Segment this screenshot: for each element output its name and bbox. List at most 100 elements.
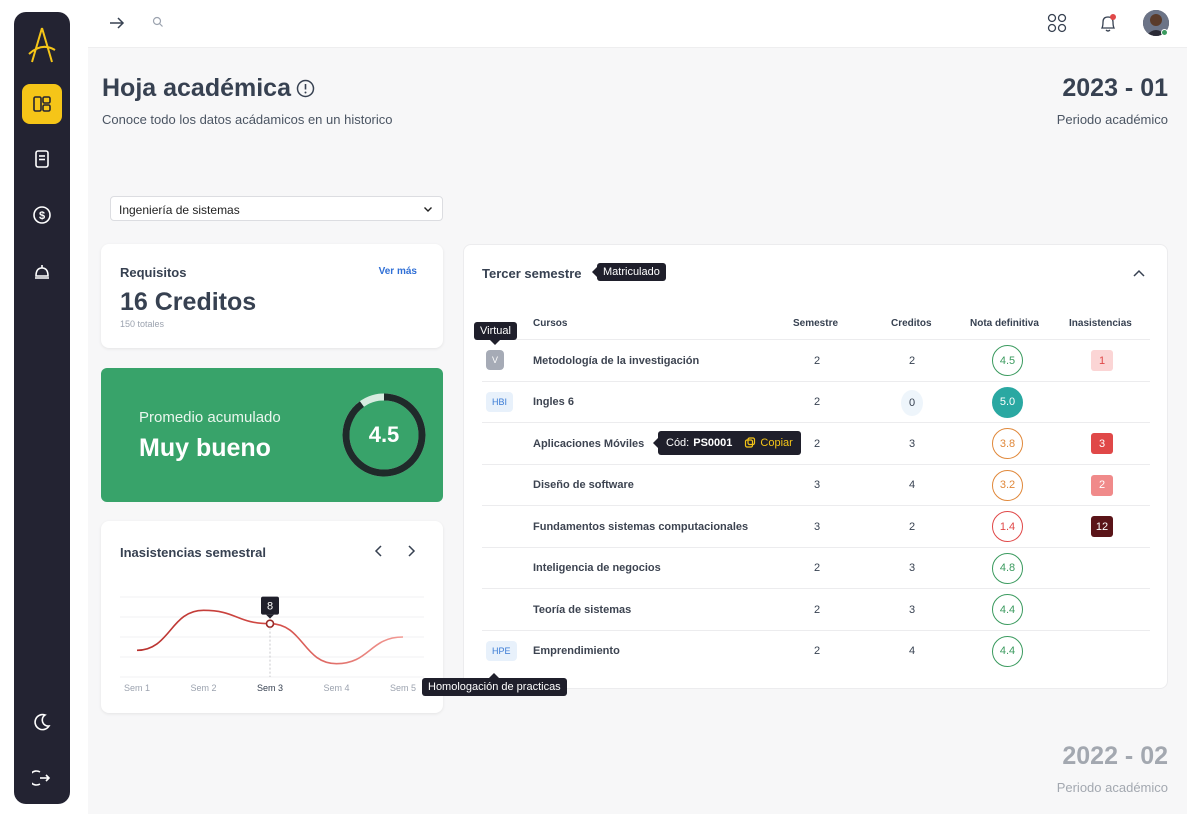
sidebar-item-services[interactable] [22, 252, 62, 292]
dashboard-icon [33, 96, 51, 112]
course-semester: 2 [814, 603, 821, 616]
chevron-down-icon [424, 207, 432, 212]
semester-card: Tercer semestre Cursos Semestre Creditos… [463, 244, 1168, 689]
dark-mode-toggle[interactable] [22, 702, 62, 742]
logout-icon [32, 770, 51, 786]
course-credits: 0 [901, 389, 923, 416]
modality-badge[interactable]: HPE [486, 640, 517, 661]
bell-service-icon [35, 265, 49, 279]
table-row[interactable]: HBI Ingles 6 2 0 5.0 [482, 380, 1150, 423]
credits-total: 150 totales [120, 319, 165, 329]
svg-text:$: $ [39, 210, 45, 222]
current-period-label: Periodo académico [1056, 112, 1168, 127]
course-semester: 2 [814, 396, 821, 408]
course-name[interactable]: Metodología de la investigación [533, 340, 699, 381]
grade-circle: 3.2 [992, 469, 1023, 501]
course-credits: 4 [909, 645, 916, 657]
dollar-icon: $ [33, 206, 51, 224]
credits-value: 16 Creditos [120, 288, 257, 316]
table-row[interactable]: Inteligencia de negocios 2 3 4.8 [482, 546, 1150, 589]
header-final-grade: Nota definitiva [970, 318, 1039, 329]
chevron-up-icon[interactable] [1131, 265, 1147, 281]
course-name[interactable]: Aplicaciones Móviles [533, 423, 644, 464]
course-code-tooltip: Cód: PS0001 Copiar [653, 431, 801, 455]
course-name[interactable]: Emprendimiento [533, 631, 620, 672]
see-more-link[interactable]: Ver más [379, 266, 417, 277]
header-credits: Creditos [891, 318, 932, 329]
sidebar-item-payments[interactable]: $ [22, 195, 62, 235]
chart-tooltip-label: 8 [267, 601, 273, 613]
course-semester: 3 [814, 520, 821, 533]
copy-label: Copiar [760, 437, 793, 449]
modality-badge[interactable]: V [486, 350, 505, 370]
average-rating: Muy bueno [139, 434, 271, 462]
course-semester: 2 [814, 437, 821, 450]
course-credits: 3 [909, 603, 916, 616]
course-name[interactable]: Inteligencia de negocios [533, 548, 661, 589]
current-period: 2023 - 01 [1062, 74, 1168, 102]
absences-title: Inasistencias semestral [120, 545, 266, 560]
course-name[interactable]: Fundamentos sistemas computacionales [533, 506, 748, 547]
sidebar-item-document[interactable] [22, 139, 62, 179]
top-bar [88, 0, 1187, 48]
table-row[interactable]: Aplicaciones Móviles 2 3 3.8 3 [482, 422, 1150, 463]
course-credits: 4 [909, 479, 916, 491]
x-tick-label: Sem 1 [124, 683, 150, 693]
absences-badge: 2 [1091, 474, 1113, 496]
x-tick-label: Sem 3 [257, 683, 283, 693]
copy-button[interactable]: Copiar [744, 437, 793, 449]
chevron-left-icon[interactable] [371, 543, 387, 559]
course-semester: 2 [814, 562, 821, 574]
grade-circle: 1.4 [992, 511, 1023, 542]
course-credits: 3 [909, 562, 916, 574]
grade-circle: 5.0 [992, 386, 1023, 418]
status-badge: Matriculado [592, 263, 666, 281]
search-icon[interactable] [152, 16, 164, 28]
table-row[interactable]: V Metodología de la investigación 2 2 4.5 1 [482, 339, 1150, 380]
logo-icon[interactable] [26, 22, 58, 70]
previous-period[interactable]: 2022 - 02 [1062, 742, 1168, 771]
semester-title: Tercer semestre [482, 266, 582, 281]
absences-badge: 1 [1091, 350, 1113, 371]
sidebar-item-dashboard[interactable] [22, 84, 62, 124]
page-subtitle: Conoce todo los datos acádamicos en un h… [102, 112, 393, 127]
program-select[interactable]: Ingeniería de sistemas [110, 196, 443, 221]
grade-circle: 3.8 [992, 428, 1023, 459]
course-semester: 2 [814, 645, 821, 657]
course-name[interactable]: Ingles 6 [533, 382, 574, 423]
logout-button[interactable] [22, 758, 62, 798]
info-icon[interactable] [296, 79, 315, 98]
code-value: PS0001 [693, 437, 733, 449]
course-name[interactable]: Teoría de sistemas [533, 589, 631, 630]
course-semester: 3 [814, 479, 821, 491]
sidebar: $ [14, 12, 70, 804]
arrow-right-icon[interactable] [107, 13, 127, 33]
x-tick-label: Sem 5 [390, 683, 416, 693]
chevron-right-icon[interactable] [403, 543, 419, 559]
chart-point [265, 619, 275, 628]
homologation-tooltip: Homologación de practicas [422, 673, 567, 696]
requirements-title: Requisitos [120, 265, 187, 280]
absences-line-chart: 8 Sem 1 Sem 2 Sem 3 Sem 4 Sem 5 [120, 596, 424, 693]
average-card: Promedio acumulado Muy bueno 4.5 [101, 368, 443, 502]
table-row[interactable]: HPE Emprendimiento 2 4 4.4 [482, 629, 1150, 672]
moon-icon [34, 713, 51, 731]
apps-icon[interactable] [1046, 12, 1068, 34]
program-select-value: Ingeniería de sistemas [119, 203, 240, 217]
course-credits: 3 [909, 437, 916, 450]
course-name[interactable]: Diseño de software [533, 465, 634, 506]
document-icon [35, 150, 49, 168]
modality-badge[interactable]: HBI [486, 391, 514, 412]
average-label: Promedio acumulado [139, 409, 281, 426]
absences-badge: 12 [1091, 516, 1113, 537]
code-label: Cód: [666, 437, 690, 449]
grade-circle: 4.4 [992, 594, 1023, 625]
page-title: Hoja académica [102, 74, 291, 102]
header-courses: Cursos [533, 318, 568, 329]
table-row[interactable]: Diseño de software 3 4 3.2 2 [482, 463, 1150, 506]
header-semester: Semestre [793, 318, 839, 329]
table-row[interactable]: Fundamentos sistemas computacionales 3 2 1.… [482, 505, 1150, 546]
x-tick-label: Sem 2 [190, 683, 216, 693]
notification-icon[interactable] [1098, 12, 1118, 34]
table-row[interactable]: Teoría de sistemas 2 3 4.4 [482, 588, 1150, 629]
